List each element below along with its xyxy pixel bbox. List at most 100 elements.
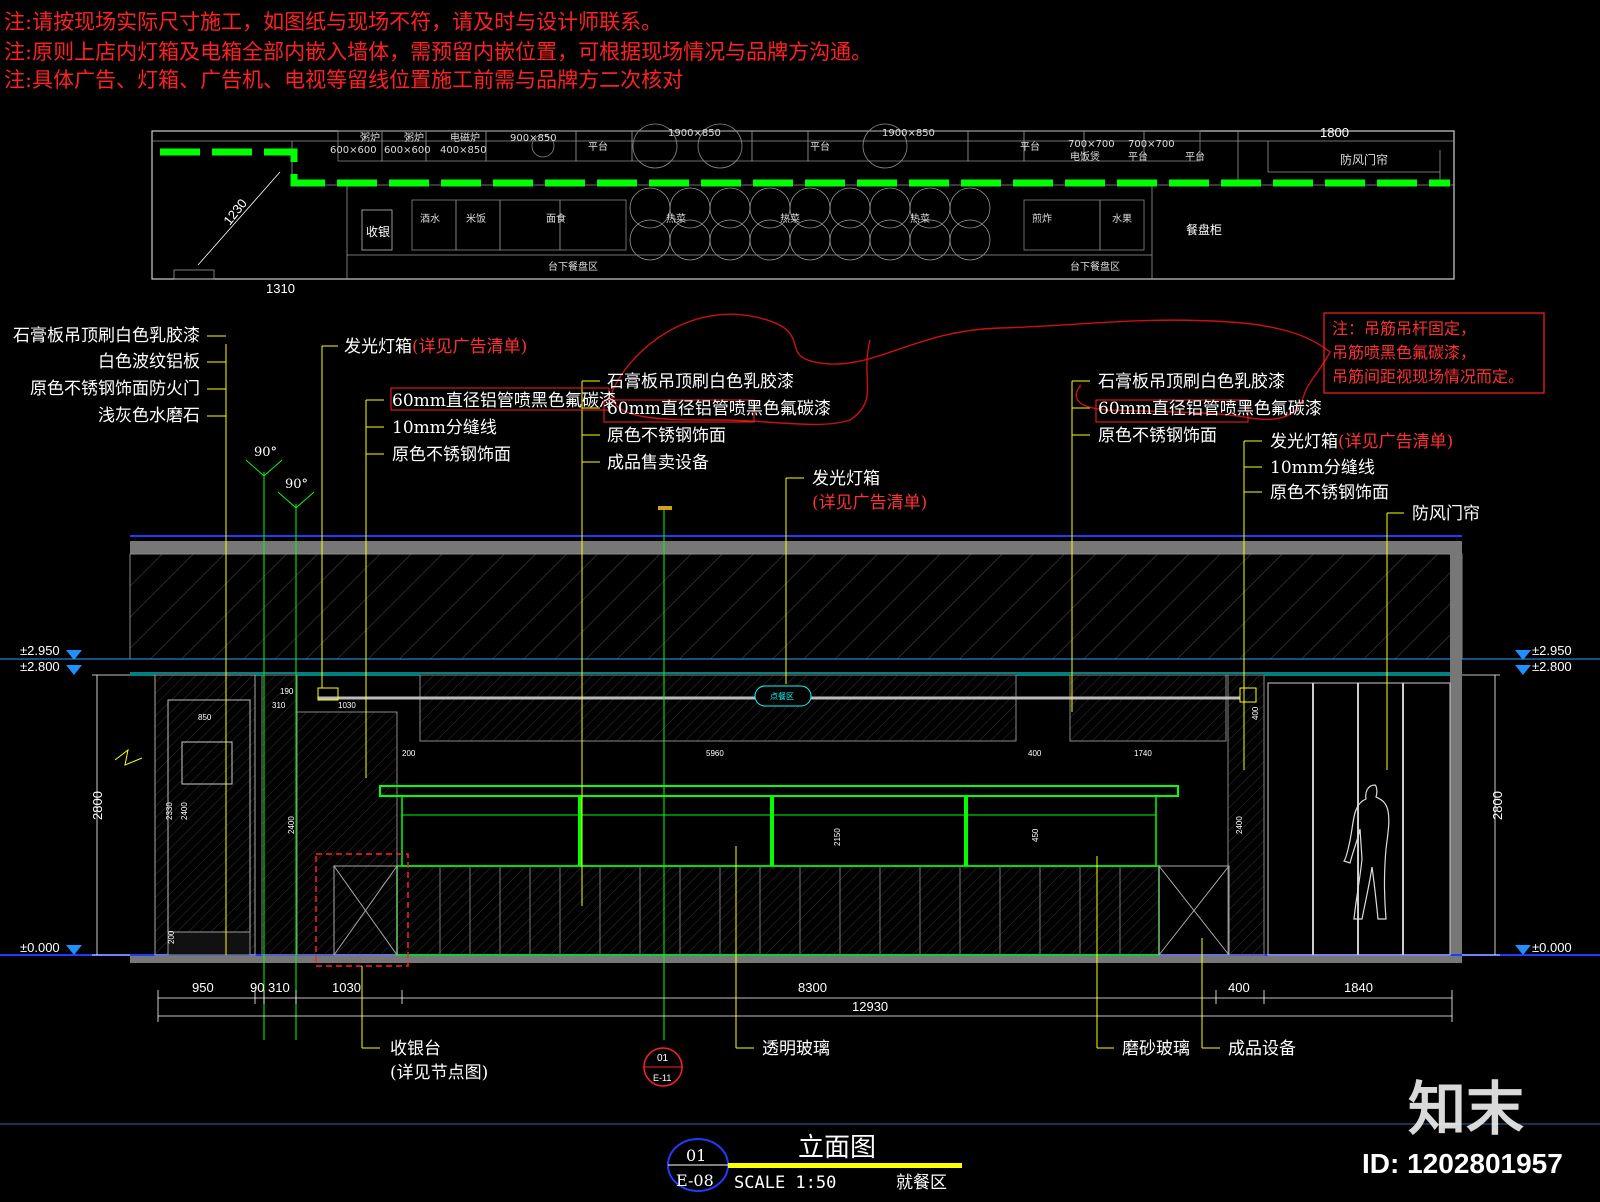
plan-counter-2: 米饭 (466, 212, 486, 225)
callout-steel-2: 原色不锈钢饰面 (607, 426, 726, 446)
bottom-dim-3: 1030 (332, 980, 361, 995)
callout-lightbox-3: 发光灯箱(详见广告清单) (1270, 432, 1453, 452)
drawing-canvas: 粥炉 粥炉 电磁炉 平台 平台 平台 电饭煲 平台 平台 600×600 600… (0, 123, 1600, 1193)
level-left-1: ±2.800 (20, 659, 60, 674)
plan-size-1: 600×600 (384, 145, 431, 156)
bottom-dim-6: 1840 (1344, 980, 1373, 995)
callout-curtain: 防风门帘 (1412, 504, 1480, 524)
bottom-dim-1: 90 (250, 980, 264, 995)
plan-top-label-7: 平台 (1128, 150, 1148, 163)
bottom-label-equip: 成品设备 (1228, 1039, 1296, 1059)
inner-dim-4: 2330 (165, 802, 174, 820)
callout-pipe-2: 60mm直径铝管喷黑色氟碳漆 (607, 399, 831, 419)
section-mark-ref: E-11 (653, 1073, 671, 1083)
inner-dim-6: 2400 (287, 816, 296, 834)
level-right-2: ±0.000 (1532, 940, 1572, 955)
height-dim-left: 2800 (90, 791, 105, 820)
title-area: 就餐区 (896, 1173, 947, 1193)
bottom-dim-2: 310 (268, 980, 290, 995)
plan-counter-5: 热菜 (780, 212, 800, 225)
callout-ceiling-2: 石膏板吊顶刷白色乳胶漆 (607, 371, 794, 392)
inner-dim-15: 2400 (1235, 816, 1244, 834)
sign-text: 点餐区 (770, 692, 794, 701)
callout-steel-4: 原色不锈钢饰面 (1270, 483, 1389, 503)
level-left-2: ±0.000 (20, 940, 60, 955)
inner-dim-1: 310 (272, 701, 286, 710)
left-label-2: 原色不锈钢饰面防火门 (30, 379, 200, 399)
inner-dim-14: 400 (1251, 706, 1260, 720)
callout-pipe-1: 60mm直径铝管喷黑色氟碳漆 (392, 391, 616, 411)
plan-size-0: 600×600 (330, 145, 377, 156)
plan-counter-0: 收银 (366, 225, 390, 239)
plan-size-3: 900×850 (510, 133, 557, 144)
inner-dim-0: 850 (198, 713, 212, 722)
bottom-label-glass-frosted: 磨砂玻璃 (1122, 1039, 1190, 1059)
plan-size-2: 400×850 (440, 145, 487, 156)
title-main: 立面图 (798, 1133, 876, 1163)
plan-top-label-0: 粥炉 (360, 132, 380, 144)
plan-dim-1: 1310 (266, 281, 295, 296)
level-left-0: ±2.950 (20, 643, 60, 658)
callout-pipe-3: 60mm直径铝管喷黑色氟碳漆 (1098, 399, 1322, 419)
left-label-3: 浅灰色水磨石 (98, 406, 200, 426)
red-note-0: 注：吊筋吊杆固定， (1332, 319, 1476, 338)
angle-label-0: 90° (254, 445, 277, 460)
bottom-label-cashier: 收银台 (390, 1039, 441, 1059)
level-right-0: ±2.950 (1532, 643, 1572, 658)
inner-dim-5: 2400 (180, 802, 189, 820)
callout-seam-3: 10mm分缝线 (1270, 458, 1375, 478)
title-sheet: E-08 (676, 1171, 714, 1190)
left-label-1: 白色波纹铝板 (98, 352, 200, 372)
inner-dim-2: 190 (280, 687, 294, 696)
plan-counter-3: 面食 (546, 212, 566, 225)
title-num: 01 (686, 1146, 706, 1165)
plan-top-label-3: 平台 (588, 140, 608, 153)
left-label-0: 石膏板吊顶刷白色乳胶漆 (13, 325, 200, 346)
plan-size-7: 700×700 (1128, 139, 1175, 150)
callout-equip-1: 成品售卖设备 (607, 453, 709, 473)
red-note-2: 吊筋间距视现场情况而定。 (1332, 367, 1524, 386)
title-scale: SCALE 1:50 (734, 1173, 836, 1193)
inner-dim-10: 400 (1028, 749, 1042, 758)
plan-counter-1: 酒水 (420, 213, 440, 225)
inner-dim-3: 1030 (338, 701, 356, 710)
plan-counter-7: 煎炸 (1032, 212, 1052, 225)
bottom-dim-5: 400 (1228, 980, 1250, 995)
callout-steel-1: 原色不锈钢饰面 (392, 445, 511, 465)
callout-ceiling-3: 石膏板吊顶刷白色乳胶漆 (1098, 371, 1285, 392)
elevation-view (0, 312, 1600, 1087)
plan-size-4: 1900×850 (668, 128, 721, 139)
plan-top-label-5: 平台 (1020, 140, 1040, 153)
plan-top-label-1: 粥炉 (404, 132, 424, 144)
plan-size-6: 700×700 (1068, 139, 1115, 150)
inner-dim-13: 2150 (833, 828, 842, 846)
callout-lightbox-1: 发光灯箱(详见广告清单) (344, 337, 527, 357)
callout-steel-3: 原色不锈钢饰面 (1098, 426, 1217, 446)
inner-dim-9: 5960 (706, 749, 724, 758)
bottom-dim-4: 8300 (798, 980, 827, 995)
watermark-logo: 知末 (1408, 1075, 1525, 1143)
inner-dim-12: 450 (1031, 828, 1040, 842)
plan-door-curtain: 防风门帘 (1340, 152, 1388, 167)
watermark-id: ID: 1202801957 (1362, 1148, 1563, 1179)
angle-label-1: 90° (285, 477, 308, 492)
height-dim-right: 2800 (1490, 791, 1505, 820)
plan-counter-8: 水果 (1112, 213, 1132, 225)
plan-counter-9: 餐盘柜 (1186, 222, 1222, 237)
plan-dim-0: 1230 (220, 196, 250, 228)
bottom-dim-7: 12930 (852, 999, 888, 1014)
plan-top-label-8: 平台 (1185, 150, 1205, 163)
callout-lightbox-2-note: (详见广告清单) (812, 493, 927, 513)
plan-under-1: 台下餐盘区 (1070, 260, 1120, 273)
bottom-label-cashier-note: (详见节点图) (390, 1063, 488, 1083)
plan-under-0: 台下餐盘区 (548, 260, 598, 273)
plan-dim-2: 1800 (1320, 125, 1349, 140)
red-note-1: 吊筋喷黑色氟碳漆， (1332, 343, 1476, 362)
plan-top-label-4: 平台 (810, 140, 830, 153)
plan-counter-6: 热菜 (910, 212, 930, 225)
plan-counter-4: 热菜 (666, 212, 686, 225)
inner-dim-11: 1740 (1134, 749, 1152, 758)
plan-size-5: 1900×850 (882, 128, 935, 139)
section-mark-num: 01 (657, 1053, 669, 1064)
level-right-1: ±2.800 (1532, 659, 1572, 674)
